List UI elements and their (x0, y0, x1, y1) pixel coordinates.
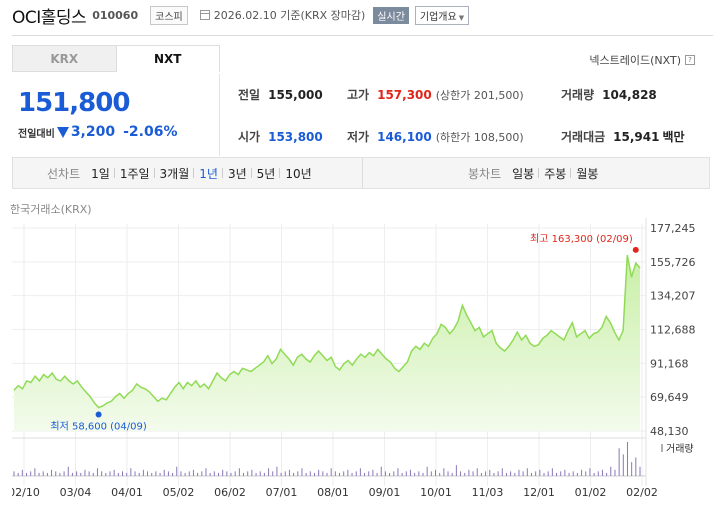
stat-prev-close: 전일 155,000 (238, 86, 323, 103)
x-tick-label: 11/03 (472, 486, 504, 499)
stat-value: 155,000 (268, 87, 323, 102)
stat-label: 거래량 (561, 88, 595, 102)
x-tick-label: 01/02 (575, 486, 607, 499)
x-tick-label: 07/01 (266, 486, 298, 499)
period-divider (362, 158, 363, 188)
low-marker (95, 411, 102, 418)
tab-krx[interactable]: KRX (12, 45, 116, 72)
high-annotation: 최고 163,300 (02/09) (530, 233, 633, 245)
info-icon[interactable]: ? (685, 55, 695, 65)
chevron-down-icon: ▼ (458, 13, 465, 22)
y-tick-label: 91,168 (650, 357, 689, 370)
y-tick-label: 69,649 (650, 391, 689, 404)
x-tick-label: 10/01 (420, 486, 452, 499)
period-1d[interactable]: 1일 (86, 165, 115, 182)
stat-limit-up: (상한가 201,500) (435, 88, 524, 102)
stats-divider (219, 74, 220, 156)
x-tick-label: 09/01 (369, 486, 401, 499)
x-tick-label: 12/01 (523, 486, 555, 499)
stat-open: 시가 153,800 (238, 128, 323, 145)
change-percent: -2.06% (123, 124, 178, 140)
chart-source-caption: 한국거래소(KRX) (10, 203, 92, 216)
x-tick-label: 05/02 (163, 486, 195, 499)
market-badge: 코스피 (150, 5, 188, 25)
stat-label: 거래대금 (561, 130, 606, 144)
price-chart-svg: 177,245 155,726 134,207 112,688 91,168 69,649… (12, 218, 696, 499)
candle-chart-label: 봉차트 (468, 166, 502, 181)
line-chart-label: 선차트 (47, 166, 81, 181)
stat-value: 153,800 (268, 129, 323, 144)
basis-date: 2026.02.10 기준(KRX 장마감) (214, 7, 366, 23)
x-tick-label: 04/01 (111, 486, 143, 499)
change-label: 전일대비 (18, 128, 55, 140)
volume-label: 거래량 (666, 443, 694, 455)
y-tick-label: 155,726 (650, 256, 696, 269)
stat-label: 저가 (347, 130, 370, 144)
down-arrow-icon (56, 126, 69, 138)
high-marker (632, 246, 639, 253)
candle-daily[interactable]: 일봉 (507, 165, 539, 182)
price-chart[interactable]: 177,245 155,726 134,207 112,688 91,168 69,649… (12, 218, 710, 505)
candle-chart-periods: 봉차트 일봉 주봉 월봉 (468, 158, 603, 188)
period-1y[interactable]: 1년 (193, 165, 223, 182)
date-text: 2026.02.10 (213, 9, 277, 22)
stat-value: 104,828 (602, 87, 657, 102)
realtime-button[interactable]: 실시간 (373, 6, 409, 24)
tab-nxt[interactable]: NXT (115, 45, 220, 72)
x-tick-label: 06/02 (214, 486, 246, 499)
stat-value: 15,941 (613, 129, 660, 144)
period-3y[interactable]: 3년 (221, 165, 252, 182)
y-tick-label: 112,688 (650, 324, 696, 337)
x-tick-label: 02/10 (12, 486, 40, 499)
stat-low: 저가 146,100 (하한가 108,500) (347, 128, 524, 145)
current-price: 151,800 (18, 88, 130, 118)
company-overview-button[interactable]: 기업개요 ▼ (414, 5, 470, 25)
basis-text: 기준(KRX 장마감) (280, 9, 366, 22)
exchange-tabs: KRX NXT (12, 45, 220, 72)
x-tick-label: 03/04 (60, 486, 92, 499)
change-value: 3,200 (70, 124, 116, 140)
stat-value: 146,100 (377, 129, 432, 144)
period-10y[interactable]: 10년 (279, 165, 316, 182)
period-5y[interactable]: 5년 (250, 165, 281, 182)
x-tick-label: 08/01 (317, 486, 349, 499)
low-annotation: 최저 58,600 (04/09) (50, 421, 146, 433)
price-change: 전일대비 3,200 -2.06% (18, 124, 178, 140)
stat-label: 시가 (238, 130, 261, 144)
candle-monthly[interactable]: 월봉 (570, 165, 603, 182)
y-tick-label: 177,245 (650, 222, 696, 235)
period-3m[interactable]: 3개월 (153, 165, 195, 182)
stat-trade-value: 거래대금 15,941 백만 (561, 128, 685, 145)
stat-value: 157,300 (377, 87, 432, 102)
stat-unit: 백만 (662, 130, 685, 144)
price-area-fill (14, 255, 640, 431)
nxt-exchange-text: 넥스트레이드(NXT) (589, 54, 681, 67)
nxt-exchange-label: 넥스트레이드(NXT) ? (589, 52, 695, 68)
x-tick-label: 02/02 (626, 486, 658, 499)
stat-volume: 거래량 104,828 (561, 86, 657, 103)
stat-label: 고가 (347, 88, 370, 102)
y-tick-label: 134,207 (650, 290, 696, 303)
stat-label: 전일 (238, 88, 261, 102)
company-name: OCI홀딩스 (12, 7, 87, 28)
chart-period-bar: 선차트 1일 1주일 3개월 1년 3년 5년 10년 봉차트 일봉 주봉 월봉 (12, 157, 710, 189)
stat-high: 고가 157,300 (상한가 201,500) (347, 86, 524, 103)
period-1w[interactable]: 1주일 (113, 165, 155, 182)
stock-code: 010060 (92, 8, 139, 22)
header-divider (12, 35, 713, 36)
calendar-icon (199, 10, 210, 20)
stock-header: OCI홀딩스 010060 코스피 2026.02.10 기준(KRX 장마감)… (12, 4, 470, 28)
line-chart-periods: 선차트 1일 1주일 3개월 1년 3년 5년 10년 (47, 158, 317, 188)
candle-weekly[interactable]: 주봉 (538, 165, 571, 182)
stat-limit-down: (하한가 108,500) (435, 130, 524, 144)
y-tick-label: 48,130 (650, 425, 689, 438)
company-overview-label: 기업개요 (419, 11, 457, 23)
